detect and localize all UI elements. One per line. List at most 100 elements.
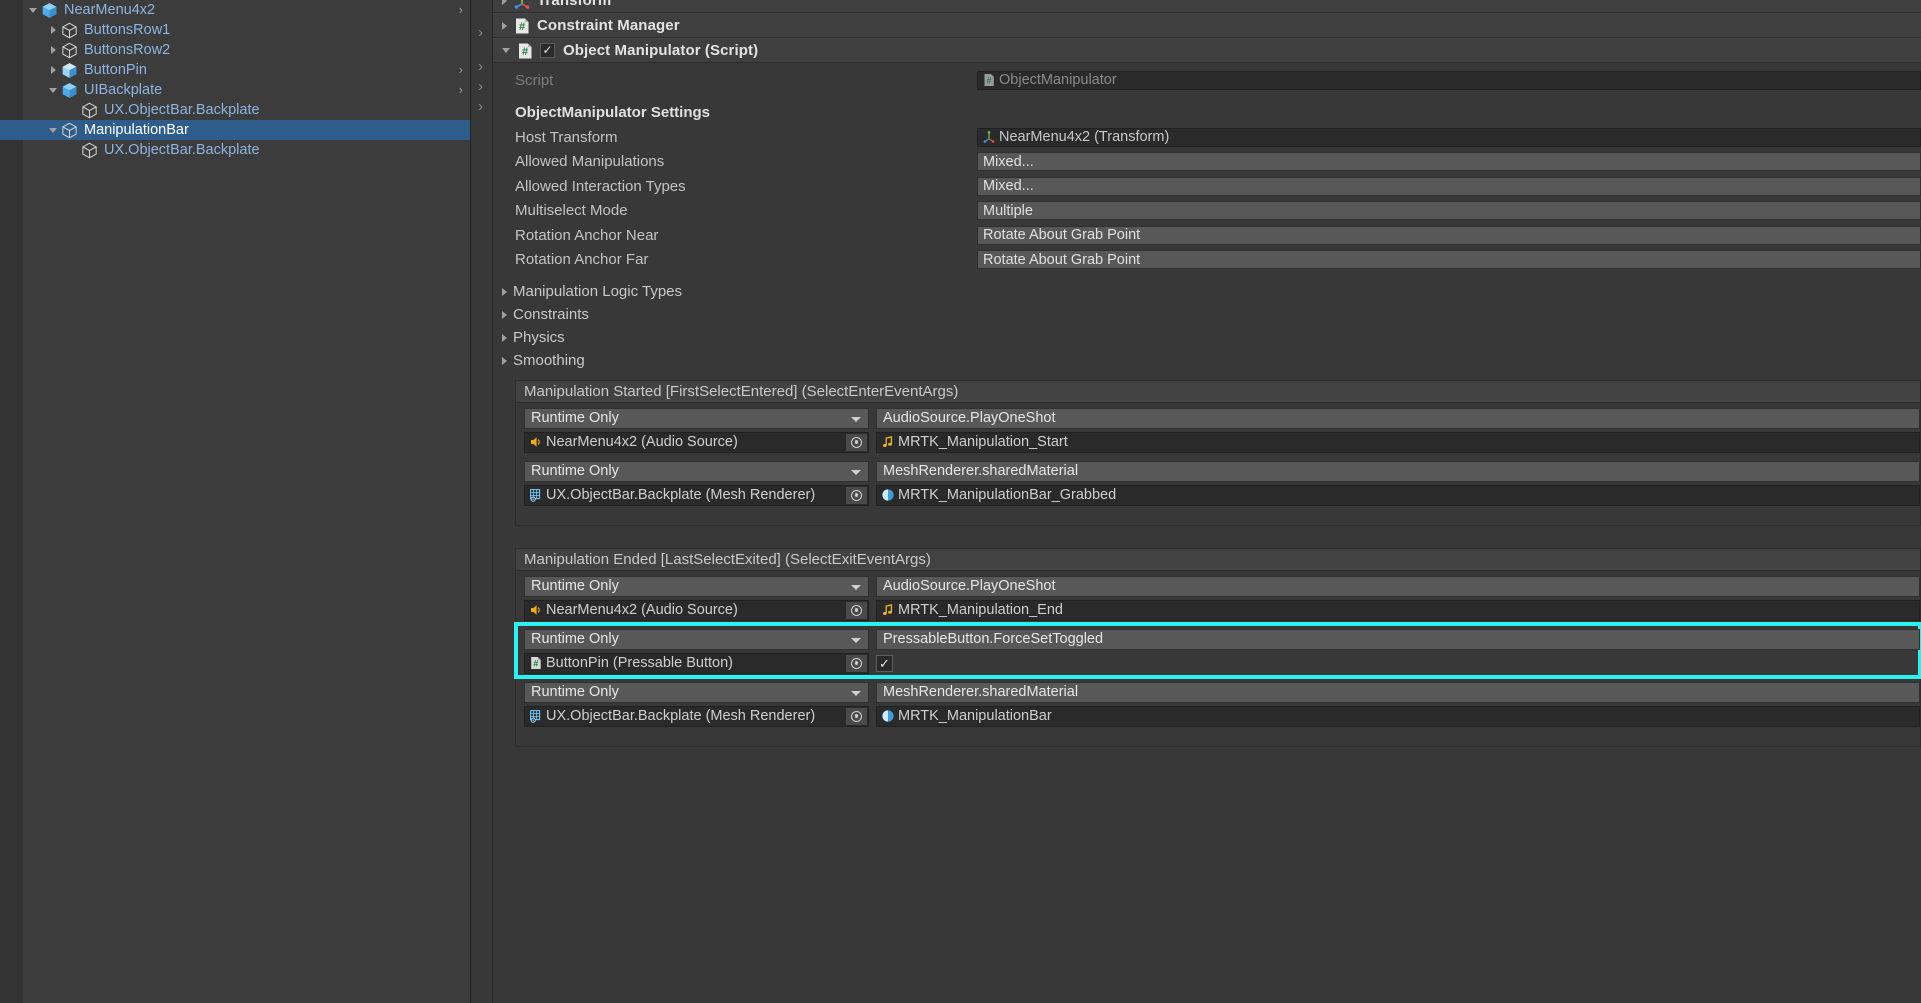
svg-text:#: # <box>522 46 528 58</box>
hierarchy-item-ux-objectbar-backplate[interactable]: UX.ObjectBar.Backplate <box>0 100 470 120</box>
unity-event-title: Manipulation Ended [LastSelectExited] (S… <box>516 549 1920 571</box>
argument-label: MRTK_ManipulationBar_Grabbed <box>898 487 1117 503</box>
object-picker-icon[interactable] <box>846 654 867 672</box>
property-label: Allowed Interaction Types <box>515 177 686 195</box>
property-value[interactable]: Mixed... <box>977 176 1921 196</box>
call-state-dropdown[interactable]: Runtime Only <box>524 628 869 650</box>
target-object-field[interactable]: UX.ObjectBar.Backplate (Mesh Renderer) <box>524 484 869 506</box>
unity-event-entry-row-bottom: UX.ObjectBar.Backplate (Mesh Renderer) M… <box>516 705 1920 727</box>
transform-icon <box>513 0 531 10</box>
unity-event-entry-row-bottom: NearMenu4x2 (Audio Source) MRTK_Manipula… <box>516 431 1920 453</box>
argument-object-field[interactable]: MRTK_Manipulation_End <box>876 599 1920 621</box>
hierarchy-item-uibackplate[interactable]: UIBackplate › <box>0 80 470 100</box>
gutter-chevron-icon[interactable]: › <box>478 99 483 114</box>
foldout-closed-icon[interactable] <box>502 333 507 342</box>
gutter-chevron-icon[interactable]: › <box>478 25 483 40</box>
component-enabled-checkbox[interactable]: ✓ <box>540 43 555 58</box>
hierarchy-item-manipulationbar[interactable]: ManipulationBar <box>0 120 470 140</box>
prefab-open-chevron-icon[interactable]: › <box>459 3 463 17</box>
foldout-closed-icon[interactable] <box>502 310 507 319</box>
target-object-field[interactable]: NearMenu4x2 (Audio Source) <box>524 599 869 621</box>
hierarchy-item-buttonpin[interactable]: ButtonPin › <box>0 60 470 80</box>
component-header-transform[interactable]: Transform <box>493 0 1921 13</box>
hierarchy-panel: NearMenu4x2 › ButtonsRow1 ButtonsRow2 But… <box>0 0 471 1003</box>
unity-event-entry-row-bottom: # ButtonPin (Pressable Button) ✓ <box>516 652 1920 674</box>
object-reference-field[interactable]: NearMenu4x2 (Transform) <box>977 127 1921 147</box>
foldout-open-icon[interactable] <box>502 48 510 53</box>
prefab-open-chevron-icon[interactable]: › <box>459 63 463 77</box>
property-label: Allowed Manipulations <box>515 153 665 171</box>
property-value[interactable]: Rotate About Grab Point <box>977 250 1921 270</box>
foldout-closed-icon[interactable] <box>502 287 507 296</box>
chevron-down-icon <box>851 416 861 422</box>
property-value[interactable]: Rotate About Grab Point <box>977 225 1921 245</box>
foldout-closed-icon[interactable] <box>502 21 507 30</box>
argument-checkbox[interactable]: ✓ <box>876 654 893 672</box>
svg-text:#: # <box>986 76 991 86</box>
method-dropdown[interactable]: MeshRenderer.sharedMaterial <box>876 681 1920 703</box>
gutter-chevron-icon[interactable]: › <box>478 59 483 74</box>
property-value-text: Rotate About Grab Point <box>983 251 1141 268</box>
target-object-field[interactable]: # ButtonPin (Pressable Button) <box>524 652 869 674</box>
object-picker-icon[interactable] <box>846 707 867 725</box>
settings-header-row: ObjectManipulator Settings <box>493 101 1921 126</box>
object-picker-icon[interactable] <box>846 486 867 504</box>
method-dropdown[interactable]: AudioSource.PlayOneShot <box>876 575 1920 597</box>
argument-object-field[interactable]: MRTK_ManipulationBar_Grabbed <box>876 484 1920 506</box>
method-label: MeshRenderer.sharedMaterial <box>883 463 1079 479</box>
transform-icon <box>982 130 996 144</box>
foldout-open-icon[interactable] <box>46 120 60 140</box>
method-dropdown[interactable]: MeshRenderer.sharedMaterial <box>876 460 1920 482</box>
foldout-open-icon[interactable] <box>26 0 40 20</box>
method-label: MeshRenderer.sharedMaterial <box>883 684 1079 700</box>
enum-dropdown-field[interactable]: Rotate About Grab Point <box>977 225 1921 245</box>
enum-dropdown-field[interactable]: Mixed... <box>977 152 1921 172</box>
foldout-manipulation-logic-types[interactable]: Manipulation Logic Types <box>493 280 1921 303</box>
foldout-closed-icon[interactable] <box>46 60 60 80</box>
method-dropdown[interactable]: AudioSource.PlayOneShot <box>876 407 1920 429</box>
argument-cell: MRTK_ManipulationBar <box>876 705 1920 727</box>
foldout-open-icon[interactable] <box>46 80 60 100</box>
argument-object-field[interactable]: MRTK_Manipulation_Start <box>876 431 1920 453</box>
hierarchy-item-ux-objectbar-backplate[interactable]: UX.ObjectBar.Backplate <box>0 140 470 160</box>
gutter-chevron-icon[interactable]: › <box>478 79 483 94</box>
property-value[interactable]: NearMenu4x2 (Transform) <box>977 127 1921 147</box>
enum-dropdown-field[interactable]: Multiple <box>977 201 1921 221</box>
foldout-smoothing[interactable]: Smoothing <box>493 349 1921 372</box>
property-value[interactable]: Multiple <box>977 201 1921 221</box>
property-value[interactable]: # ObjectManipulator <box>977 70 1921 90</box>
property-label: Rotation Anchor Near <box>515 226 659 244</box>
foldout-closed-icon[interactable] <box>502 356 507 365</box>
foldout-closed-icon[interactable] <box>46 40 60 60</box>
target-object-field[interactable]: UX.ObjectBar.Backplate (Mesh Renderer) <box>524 705 869 727</box>
method-dropdown[interactable]: PressableButton.ForceSetToggled <box>876 628 1920 650</box>
argument-cell: MRTK_Manipulation_Start <box>876 431 1920 453</box>
audiosource-icon <box>529 603 543 617</box>
object-picker-icon[interactable] <box>846 433 867 451</box>
hierarchy-item-buttonsrow2[interactable]: ButtonsRow2 <box>0 40 470 60</box>
argument-cell: MRTK_Manipulation_End <box>876 599 1920 621</box>
hierarchy-item-nearmenu4x2[interactable]: NearMenu4x2 › <box>0 0 470 20</box>
script-name: ObjectManipulator <box>999 72 1117 89</box>
enum-dropdown-field[interactable]: Rotate About Grab Point <box>977 250 1921 270</box>
enum-dropdown-field[interactable]: Mixed... <box>977 176 1921 196</box>
argument-object-field[interactable]: MRTK_ManipulationBar <box>876 705 1920 727</box>
foldout-closed-icon[interactable] <box>46 20 60 40</box>
hierarchy-item-buttonsrow1[interactable]: ButtonsRow1 <box>0 20 470 40</box>
foldout-constraints[interactable]: Constraints <box>493 303 1921 326</box>
call-state-dropdown[interactable]: Runtime Only <box>524 575 869 597</box>
hierarchy-item-label: ButtonsRow2 <box>84 42 171 58</box>
method-cell: PressableButton.ForceSetToggled <box>876 628 1920 650</box>
object-picker-icon[interactable] <box>846 601 867 619</box>
component-header-constraint-manager[interactable]: # Constraint Manager <box>493 13 1921 38</box>
foldout-closed-icon[interactable] <box>502 0 507 5</box>
property-value[interactable]: Mixed... <box>977 152 1921 172</box>
call-state-dropdown[interactable]: Runtime Only <box>524 407 869 429</box>
component-header-object-manipulator[interactable]: # ✓ Object Manipulator (Script) <box>493 38 1921 63</box>
prefab-open-chevron-icon[interactable]: › <box>459 83 463 97</box>
call-state-dropdown[interactable]: Runtime Only <box>524 460 869 482</box>
call-state-dropdown[interactable]: Runtime Only <box>524 681 869 703</box>
foldout-physics[interactable]: Physics <box>493 326 1921 349</box>
script-object-field[interactable]: # ObjectManipulator <box>977 70 1921 90</box>
target-object-field[interactable]: NearMenu4x2 (Audio Source) <box>524 431 869 453</box>
